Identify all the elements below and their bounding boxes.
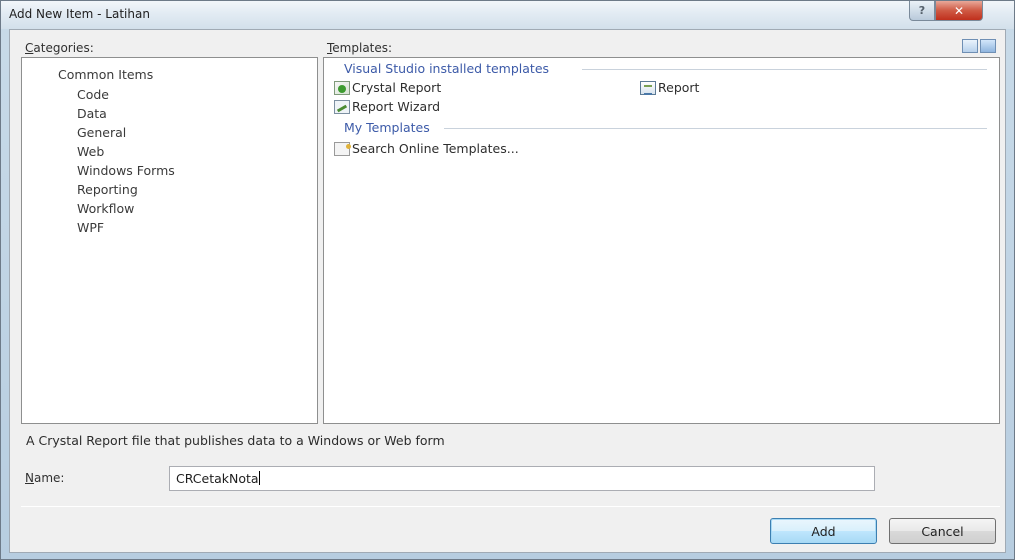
category-data[interactable]: Data	[77, 106, 107, 121]
template-label: Search Online Templates...	[352, 141, 519, 156]
template-label: Report	[658, 80, 700, 95]
category-wpf[interactable]: WPF	[77, 220, 104, 235]
report-icon	[640, 80, 656, 95]
category-windows-forms[interactable]: Windows Forms	[77, 163, 175, 178]
small-icons-view-icon[interactable]	[980, 39, 996, 53]
group-divider	[582, 69, 987, 70]
template-label: Report Wizard	[352, 99, 441, 114]
template-label: Crystal Report	[352, 80, 442, 95]
add-button[interactable]: Add	[770, 518, 877, 544]
category-general[interactable]: General	[77, 125, 126, 140]
large-icons-view-icon[interactable]	[962, 39, 978, 53]
close-button[interactable]: ✕	[935, 1, 983, 21]
help-icon: ?	[918, 4, 926, 17]
window-title: Add New Item - Latihan	[9, 7, 150, 21]
name-label: Name:	[25, 471, 65, 485]
templates-label: Templates:	[327, 41, 393, 55]
category-common-items[interactable]: Common Items	[58, 67, 153, 82]
close-icon: ✕	[953, 3, 965, 18]
template-description: A Crystal Report file that publishes dat…	[26, 433, 445, 448]
separator	[21, 506, 1000, 507]
categories-label: Categories:	[25, 41, 94, 55]
installed-templates-heading: Visual Studio installed templates	[344, 61, 550, 76]
search-online-icon	[334, 141, 351, 156]
my-templates-heading: My Templates	[344, 120, 430, 135]
text-caret	[258, 471, 260, 485]
categories-tree[interactable]: Common Items Code Data General Web Windo…	[21, 57, 318, 424]
template-report[interactable]: Report	[640, 80, 699, 95]
group-divider	[444, 128, 987, 129]
category-web[interactable]: Web	[77, 144, 104, 159]
template-search-online[interactable]: Search Online Templates...	[334, 141, 519, 156]
name-input[interactable]: CRCetakNota	[169, 466, 875, 491]
category-reporting[interactable]: Reporting	[77, 182, 138, 197]
cancel-button[interactable]: Cancel	[889, 518, 996, 544]
title-bar[interactable]: Add New Item - Latihan ? ✕	[1, 1, 1014, 29]
help-button[interactable]: ?	[909, 1, 935, 21]
templates-list[interactable]: Visual Studio installed templates Crysta…	[323, 57, 1000, 424]
template-report-wizard[interactable]: Report Wizard	[334, 99, 440, 114]
category-code[interactable]: Code	[77, 87, 109, 102]
crystal-report-icon	[334, 80, 350, 95]
template-crystal-report[interactable]: Crystal Report	[334, 80, 441, 95]
category-workflow[interactable]: Workflow	[77, 201, 134, 216]
add-new-item-dialog: Add New Item - Latihan ? ✕ Categories: T…	[0, 0, 1015, 560]
report-wizard-icon	[334, 99, 350, 114]
